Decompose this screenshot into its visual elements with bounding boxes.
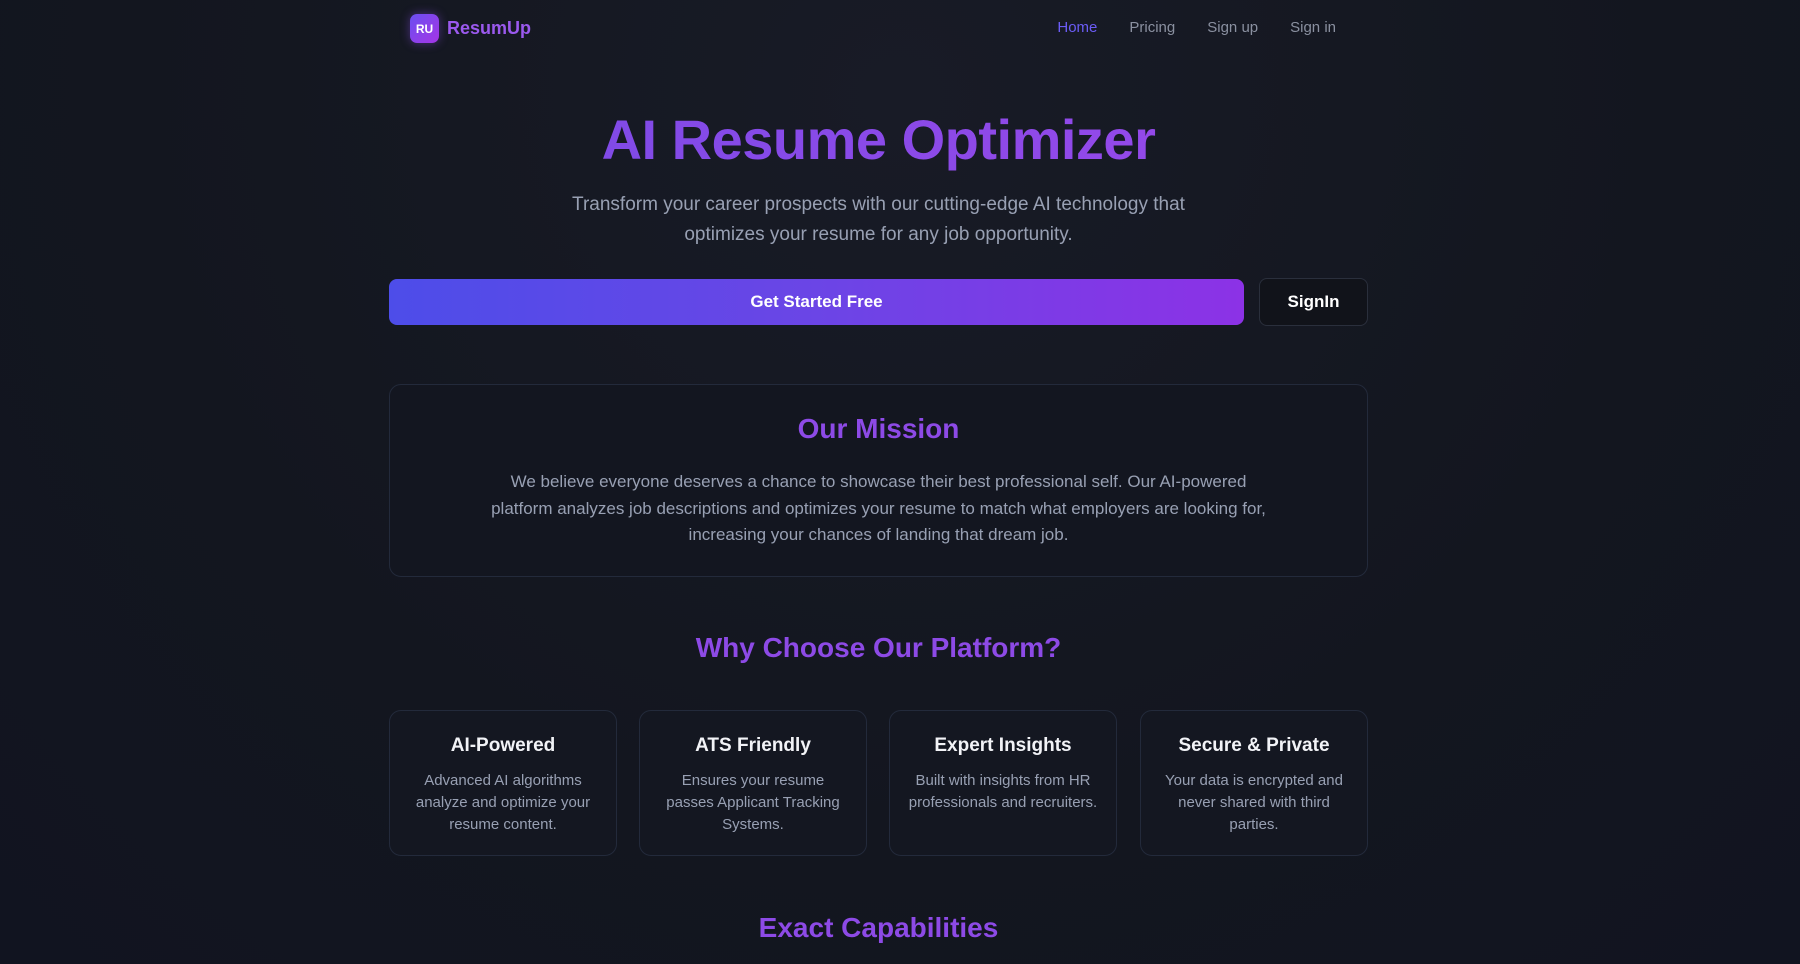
hero-subtitle: Transform your career prospects with our… [572, 194, 1185, 245]
top-navbar: RU ResumUp Home Pricing Sign up Sign in [389, 0, 1368, 58]
mission-text: We believe everyone deserves a chance to… [491, 472, 1266, 544]
feature-description: Advanced AI algorithms analyze and optim… [415, 772, 591, 833]
feature-card-ai-powered: AI-Powered Advanced AI algorithms analyz… [389, 710, 617, 856]
logo-badge-icon: RU [410, 14, 439, 43]
nav-links: Home Pricing Sign up Sign in [1057, 19, 1336, 36]
get-started-button[interactable]: Get Started Free [389, 279, 1244, 325]
feature-description: Your data is encrypted and never shared … [1165, 772, 1343, 833]
brand-name: ResumUp [447, 18, 532, 38]
feature-title: ATS Friendly [695, 735, 811, 756]
feature-title: Expert Insights [934, 735, 1072, 756]
mission-title: Our Mission [797, 413, 960, 444]
feature-card-ats-friendly: ATS Friendly Ensures your resume passes … [639, 710, 867, 856]
feature-description: Ensures your resume passes Applicant Tra… [666, 772, 840, 833]
signin-button[interactable]: SignIn [1259, 278, 1368, 326]
features-grid: AI-Powered Advanced AI algorithms analyz… [389, 710, 1368, 856]
feature-card-expert-insights: Expert Insights Built with insights from… [889, 710, 1117, 856]
nav-link-sign-up[interactable]: Sign up [1207, 19, 1258, 36]
nav-link-home[interactable]: Home [1057, 19, 1097, 36]
feature-card-secure-private: Secure & Private Your data is encrypted … [1140, 710, 1368, 856]
why-choose-title: Why Choose Our Platform? [695, 632, 1062, 663]
mission-card: Our Mission We believe everyone deserves… [389, 384, 1368, 577]
hero-title: AI Resume Optimizer [389, 107, 1368, 172]
brand-logo[interactable]: RU ResumUp [410, 14, 531, 43]
nav-link-pricing[interactable]: Pricing [1129, 19, 1175, 36]
feature-title: Secure & Private [1178, 735, 1330, 756]
feature-description: Built with insights from HR professional… [908, 772, 1098, 811]
nav-link-sign-in[interactable]: Sign in [1290, 19, 1336, 36]
capabilities-title: Exact Capabilities [758, 912, 999, 943]
feature-title: AI-Powered [450, 735, 556, 756]
